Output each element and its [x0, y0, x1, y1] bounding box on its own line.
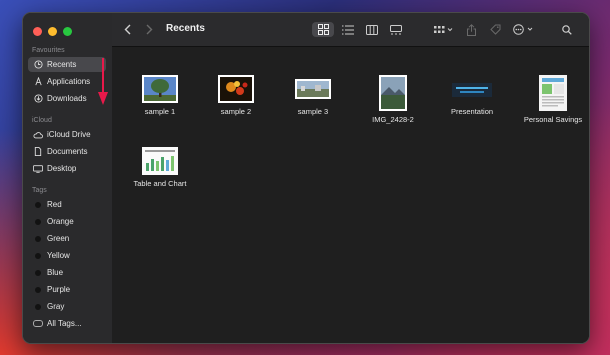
sidebar-item-label: Red	[47, 200, 62, 209]
minimize-button[interactable]	[48, 27, 57, 36]
sidebar-item-tag-gray[interactable]: Gray	[28, 299, 106, 314]
sidebar-item-label: Purple	[47, 285, 71, 294]
sidebar-item-icloud-drive[interactable]: iCloud Drive	[28, 127, 106, 142]
icon-view-button[interactable]	[312, 22, 334, 37]
sidebar-item-downloads[interactable]: Downloads	[28, 91, 106, 106]
share-icon	[466, 23, 476, 36]
sidebar-item-label: Orange	[47, 217, 74, 226]
sidebar-item-label: Gray	[47, 302, 65, 311]
close-button[interactable]	[33, 27, 42, 36]
sidebar-item-tag-blue[interactable]: Blue	[28, 265, 106, 280]
file-item[interactable]: sample 2	[199, 75, 273, 116]
file-name: IMG_2428-2	[372, 115, 414, 124]
actions-menu-button[interactable]	[512, 22, 536, 37]
sidebar-item-label: iCloud Drive	[47, 130, 91, 139]
file-item[interactable]: IMG_2428-2	[356, 75, 430, 124]
tag-dot-icon	[33, 235, 43, 242]
sidebar-item-documents[interactable]: Documents	[28, 144, 106, 159]
grid-icon	[317, 24, 329, 35]
file-name: sample 1	[144, 107, 176, 116]
photo-thumbnail-icon	[142, 75, 178, 103]
download-icon	[33, 94, 43, 103]
search-icon	[562, 24, 572, 35]
file-item[interactable]: sample 1	[123, 75, 197, 116]
sidebar: Favourites Recents Applications Download…	[23, 13, 113, 343]
sidebar-item-label: Downloads	[47, 94, 87, 103]
sidebar-item-tag-green[interactable]: Green	[28, 231, 106, 246]
sidebar-item-tag-red[interactable]: Red	[28, 197, 106, 212]
sidebar-item-tag-purple[interactable]: Purple	[28, 282, 106, 297]
tag-icon	[489, 24, 500, 35]
tag-dot-icon	[33, 269, 43, 276]
sidebar-item-label: Green	[47, 234, 70, 243]
file-name: sample 3	[297, 107, 329, 116]
tag-dot-icon	[33, 201, 43, 208]
sidebar-item-label: Recents	[47, 60, 77, 69]
sidebar-item-recents[interactable]: Recents	[28, 57, 106, 72]
columns-icon	[366, 24, 378, 35]
group-grid-icon	[434, 25, 453, 33]
toolbar: Recents	[112, 13, 589, 47]
annotation-arrow	[98, 58, 108, 105]
file-name: Personal Savings	[523, 115, 583, 124]
file-grid: sample 1 sample 2 sample 3 IMG_2428-2 Pr…	[112, 47, 589, 343]
chart-document-thumbnail-icon	[142, 147, 178, 175]
group-by-button[interactable]	[432, 22, 456, 37]
document-icon	[33, 147, 43, 156]
spreadsheet-thumbnail-icon	[539, 75, 567, 111]
window-title: Recents	[166, 23, 205, 34]
back-button[interactable]	[120, 22, 134, 37]
traffic-lights	[33, 27, 72, 36]
sidebar-item-label: All Tags...	[47, 319, 82, 328]
share-button[interactable]	[464, 22, 478, 37]
sidebar-item-all-tags[interactable]: All Tags...	[28, 316, 106, 331]
cloud-icon	[33, 131, 43, 139]
sidebar-item-label: Applications	[47, 77, 91, 86]
photo-thumbnail-icon	[379, 75, 407, 111]
file-name: sample 2	[220, 107, 252, 116]
tag-dot-icon	[33, 218, 43, 225]
sidebar-item-applications[interactable]: Applications	[28, 74, 106, 89]
sidebar-item-label: Yellow	[47, 251, 70, 260]
desktop-icon	[33, 164, 43, 173]
gallery-icon	[390, 24, 402, 34]
forward-button[interactable]	[142, 22, 156, 37]
section-tags: Tags	[32, 187, 47, 194]
column-view-button[interactable]	[362, 22, 382, 37]
list-icon	[342, 25, 354, 34]
section-favourites: Favourites	[32, 47, 65, 54]
file-item[interactable]: Personal Savings	[516, 75, 589, 124]
chevron-right-icon	[146, 24, 152, 35]
sidebar-item-desktop[interactable]: Desktop	[28, 161, 106, 176]
tag-dot-icon	[33, 252, 43, 259]
list-view-button[interactable]	[338, 22, 358, 37]
applications-icon	[33, 77, 43, 86]
sidebar-item-label: Documents	[47, 147, 88, 156]
sidebar-item-tag-orange[interactable]: Orange	[28, 214, 106, 229]
finder-window: Favourites Recents Applications Download…	[22, 12, 590, 344]
photo-thumbnail-icon	[218, 75, 254, 103]
clock-icon	[33, 60, 43, 69]
file-name: Table and Chart	[133, 179, 187, 188]
file-item[interactable]: Table and Chart	[123, 147, 197, 188]
gallery-view-button[interactable]	[386, 22, 406, 37]
chevron-left-icon	[124, 24, 130, 35]
file-name: Presentation	[450, 107, 494, 116]
tag-dot-icon	[33, 303, 43, 310]
sidebar-item-label: Blue	[47, 268, 64, 277]
sidebar-item-label: Desktop	[47, 164, 77, 173]
tag-dot-icon	[33, 286, 43, 293]
tag-button[interactable]	[488, 22, 502, 37]
tag-icon	[33, 320, 43, 327]
sidebar-item-tag-yellow[interactable]: Yellow	[28, 248, 106, 263]
file-item[interactable]: sample 3	[276, 75, 350, 116]
presentation-thumbnail-icon	[452, 83, 492, 97]
more-icon	[513, 24, 533, 35]
search-button[interactable]	[560, 22, 574, 37]
zoom-button[interactable]	[63, 27, 72, 36]
file-item[interactable]: Presentation	[435, 75, 509, 116]
photo-thumbnail-icon	[295, 79, 331, 99]
section-icloud: iCloud	[32, 117, 52, 124]
